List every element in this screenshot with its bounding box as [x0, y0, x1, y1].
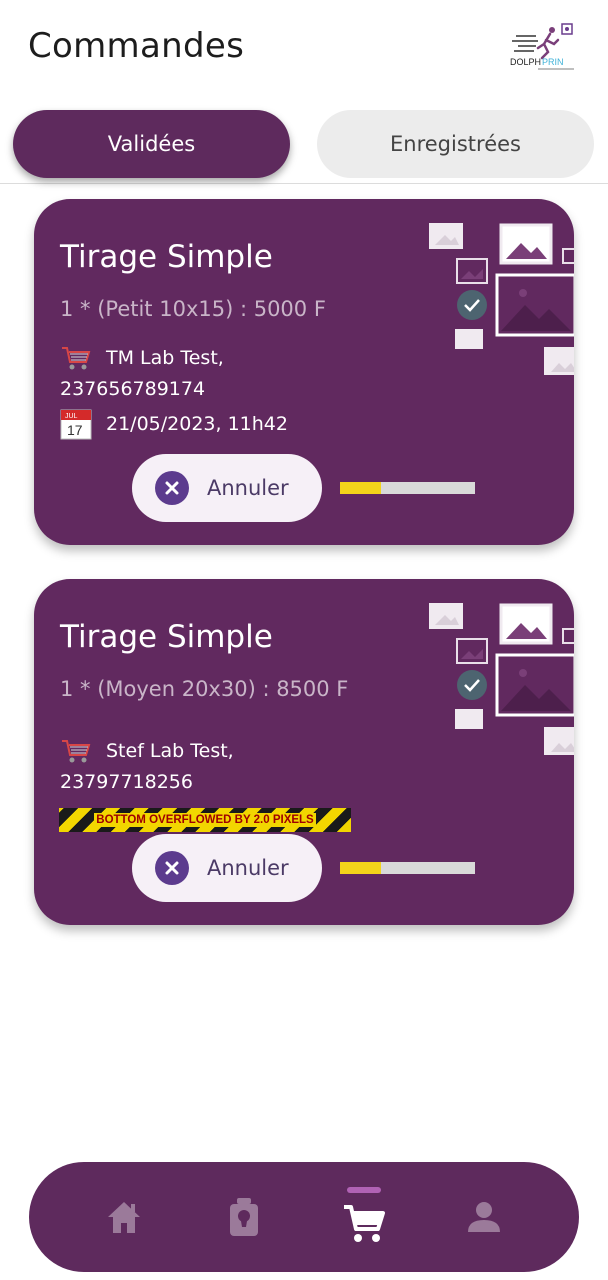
svg-text:17: 17	[67, 422, 83, 438]
order-progress-bar	[340, 862, 475, 874]
nav-photo-order[interactable]	[199, 1162, 289, 1272]
home-icon	[108, 1202, 140, 1233]
order-title: Tirage Simple	[60, 239, 273, 275]
date-row: JUL 17 21/05/2023, 11h42	[60, 408, 288, 441]
order-date: 21/05/2023, 11h42	[106, 413, 288, 435]
page-title: Commandes	[28, 26, 245, 66]
close-icon	[155, 471, 189, 505]
order-title: Tirage Simple	[60, 619, 273, 655]
progress-fill	[340, 482, 381, 494]
customer-phone: 23797718256	[60, 771, 193, 793]
tab-enregistrees[interactable]: Enregistrées	[317, 110, 594, 178]
order-status-tabs: Validées Enregistrées	[0, 110, 608, 184]
cancel-label: Annuler	[207, 856, 289, 880]
profile-icon	[468, 1202, 500, 1232]
nav-home[interactable]	[79, 1162, 169, 1272]
nav-profile[interactable]	[439, 1162, 529, 1272]
dolph-print-logo: DOLPH PRIN	[510, 23, 574, 70]
nav-cart[interactable]	[319, 1162, 409, 1272]
cart-icon	[344, 1205, 385, 1242]
photo-illustration-icon	[429, 223, 574, 375]
customer-phone: 237656789174	[60, 378, 206, 400]
order-detail: 1 * (Moyen 20x30) : 8500 F	[60, 677, 349, 701]
order-progress-bar	[340, 482, 475, 494]
customer-row: TM Lab Test,	[60, 342, 224, 375]
svg-text:DOLPH: DOLPH	[510, 57, 541, 67]
svg-text:JUL: JUL	[65, 413, 78, 420]
tab-validees[interactable]: Validées	[13, 110, 290, 178]
progress-fill	[340, 862, 381, 874]
cancel-label: Annuler	[207, 476, 289, 500]
order-card[interactable]: Tirage Simple 1 * (Moyen 20x30) : 8500 F…	[34, 579, 574, 925]
overflow-warning: BOTTOM OVERFLOWED BY 2.0 PIXELS	[59, 808, 351, 832]
bottom-navigation	[29, 1162, 579, 1272]
customer-name: Stef Lab Test,	[106, 740, 234, 762]
cart-icon	[62, 347, 91, 370]
calendar-icon: JUL 17	[60, 409, 92, 440]
cancel-order-button[interactable]: Annuler	[132, 834, 322, 902]
customer-name: TM Lab Test,	[106, 347, 224, 369]
order-detail: 1 * (Petit 10x15) : 5000 F	[60, 297, 326, 321]
cancel-order-button[interactable]: Annuler	[132, 454, 322, 522]
header: Commandes DOLPH PRIN	[0, 0, 608, 96]
photo-illustration-icon	[429, 603, 574, 755]
svg-text:PRIN: PRIN	[542, 57, 564, 67]
active-indicator	[347, 1187, 381, 1193]
customer-row: Stef Lab Test,	[60, 735, 234, 768]
order-card[interactable]: Tirage Simple 1 * (Petit 10x15) : 5000 F…	[34, 199, 574, 545]
photo-order-icon	[230, 1198, 258, 1236]
close-icon	[155, 851, 189, 885]
cart-icon	[62, 740, 91, 763]
